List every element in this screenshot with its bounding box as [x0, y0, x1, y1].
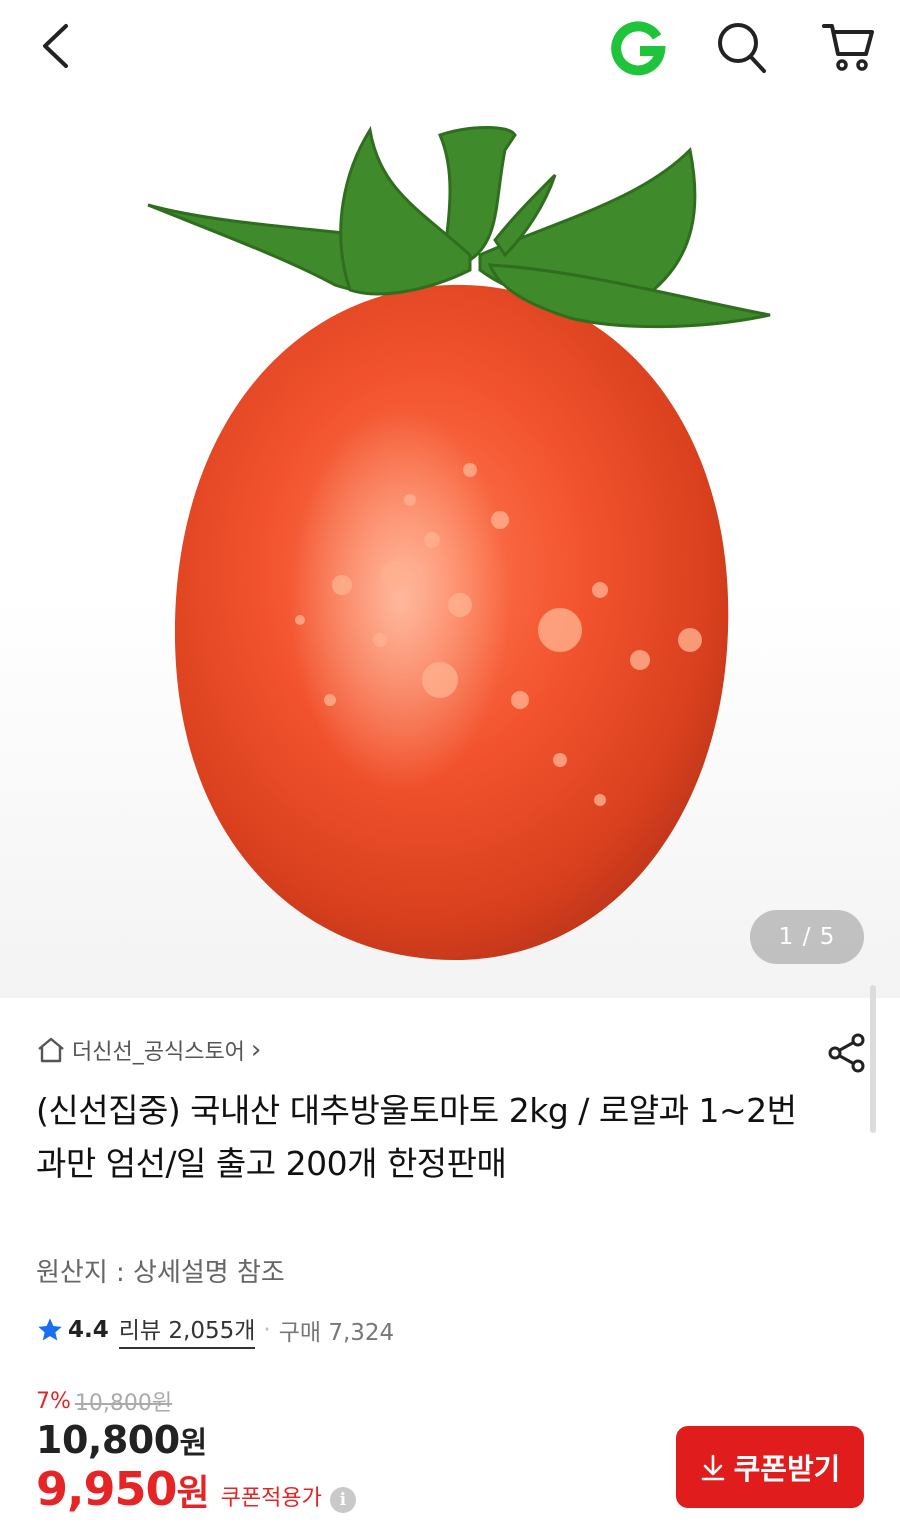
get-coupon-button[interactable]: 쿠폰받기 — [676, 1426, 864, 1508]
discount-row: 7% 10,800원 — [36, 1385, 172, 1417]
coupon-price-number: 9,950 — [36, 1462, 178, 1516]
pager-current: 1 — [778, 924, 795, 950]
sale-price-number: 10,800 — [36, 1418, 180, 1462]
origin-info: 원산지 : 상세설명 참조 — [36, 1258, 285, 1288]
cart-icon — [822, 24, 874, 71]
coupon-price-label: 쿠폰적용가 — [220, 1486, 322, 1511]
separator-dot: · — [263, 1317, 271, 1343]
gallery-pager: 1 / 5 — [750, 910, 864, 964]
coupon-price-row: 9,950원 쿠폰적용가 i — [36, 1462, 356, 1520]
pager-separator: / — [802, 924, 812, 950]
get-coupon-label: 쿠폰받기 — [733, 1454, 841, 1486]
store-link[interactable]: 더신선_공식스토어 › — [36, 1030, 261, 1070]
home-icon — [38, 1037, 64, 1063]
info-icon[interactable]: i — [329, 1487, 356, 1513]
discount-rate: 7% — [36, 1388, 71, 1414]
rating-score: 4.4 — [68, 1317, 109, 1343]
chevron-right-icon: › — [250, 1035, 262, 1065]
top-header — [0, 0, 900, 96]
star-icon — [38, 1318, 62, 1341]
share-icon — [828, 1033, 865, 1073]
original-price: 10,800원 — [74, 1391, 173, 1416]
g-logo-icon — [611, 21, 666, 76]
rating-row: 4.4 리뷰 2,055개 · 구매 7,324 — [36, 1310, 394, 1350]
back-button[interactable] — [30, 18, 80, 74]
pager-total: 5 — [819, 924, 836, 950]
download-icon — [701, 1454, 724, 1481]
search-icon — [718, 23, 766, 73]
review-link[interactable]: 리뷰 2,055개 — [118, 1311, 256, 1349]
coupon-price-unit: 원 — [176, 1473, 210, 1514]
product-photo — [147, 125, 771, 960]
store-name: 더신선_공식스토어 — [72, 1040, 245, 1065]
chevron-left-icon — [43, 24, 68, 68]
coupon-price: 9,950원 — [36, 1462, 210, 1516]
search-button[interactable] — [712, 18, 772, 78]
gmarket-logo-button[interactable] — [606, 18, 670, 80]
sale-price: 10,800원 — [36, 1418, 207, 1462]
purchase-count: 구매 7,324 — [278, 1320, 395, 1346]
product-image-gallery[interactable]: 1 / 5 — [0, 0, 900, 998]
share-button[interactable] — [820, 1026, 874, 1080]
product-title: (신선집중) 국내산 대추방울토마토 2kg / 로얄과 1~2번과만 엄선/일… — [36, 1091, 797, 1183]
cart-button[interactable] — [816, 14, 880, 78]
sale-price-unit: 원 — [179, 1426, 208, 1461]
